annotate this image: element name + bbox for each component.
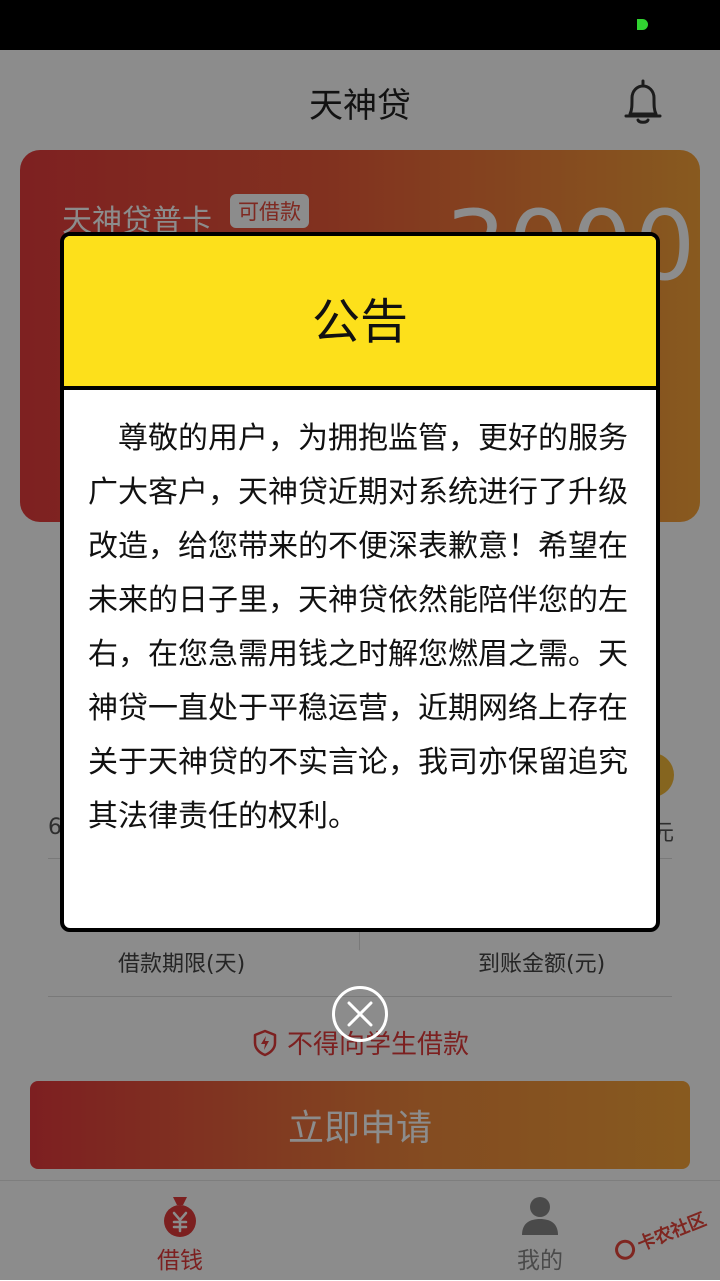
dialog-header: 公告 bbox=[64, 236, 656, 390]
dialog-title: 公告 bbox=[311, 294, 408, 350]
close-icon bbox=[347, 1001, 373, 1027]
status-indicator-icon bbox=[637, 19, 648, 30]
status-bar bbox=[0, 0, 720, 50]
announcement-dialog: 公告 尊敬的用户，为拥抱监管，更好的服务广大客户，天神贷近期对系统进行了升级改造… bbox=[60, 232, 660, 932]
dialog-body: 尊敬的用户，为拥抱监管，更好的服务广大客户，天神贷近期对系统进行了升级改造，给您… bbox=[88, 421, 628, 834]
close-button[interactable] bbox=[332, 986, 388, 1042]
